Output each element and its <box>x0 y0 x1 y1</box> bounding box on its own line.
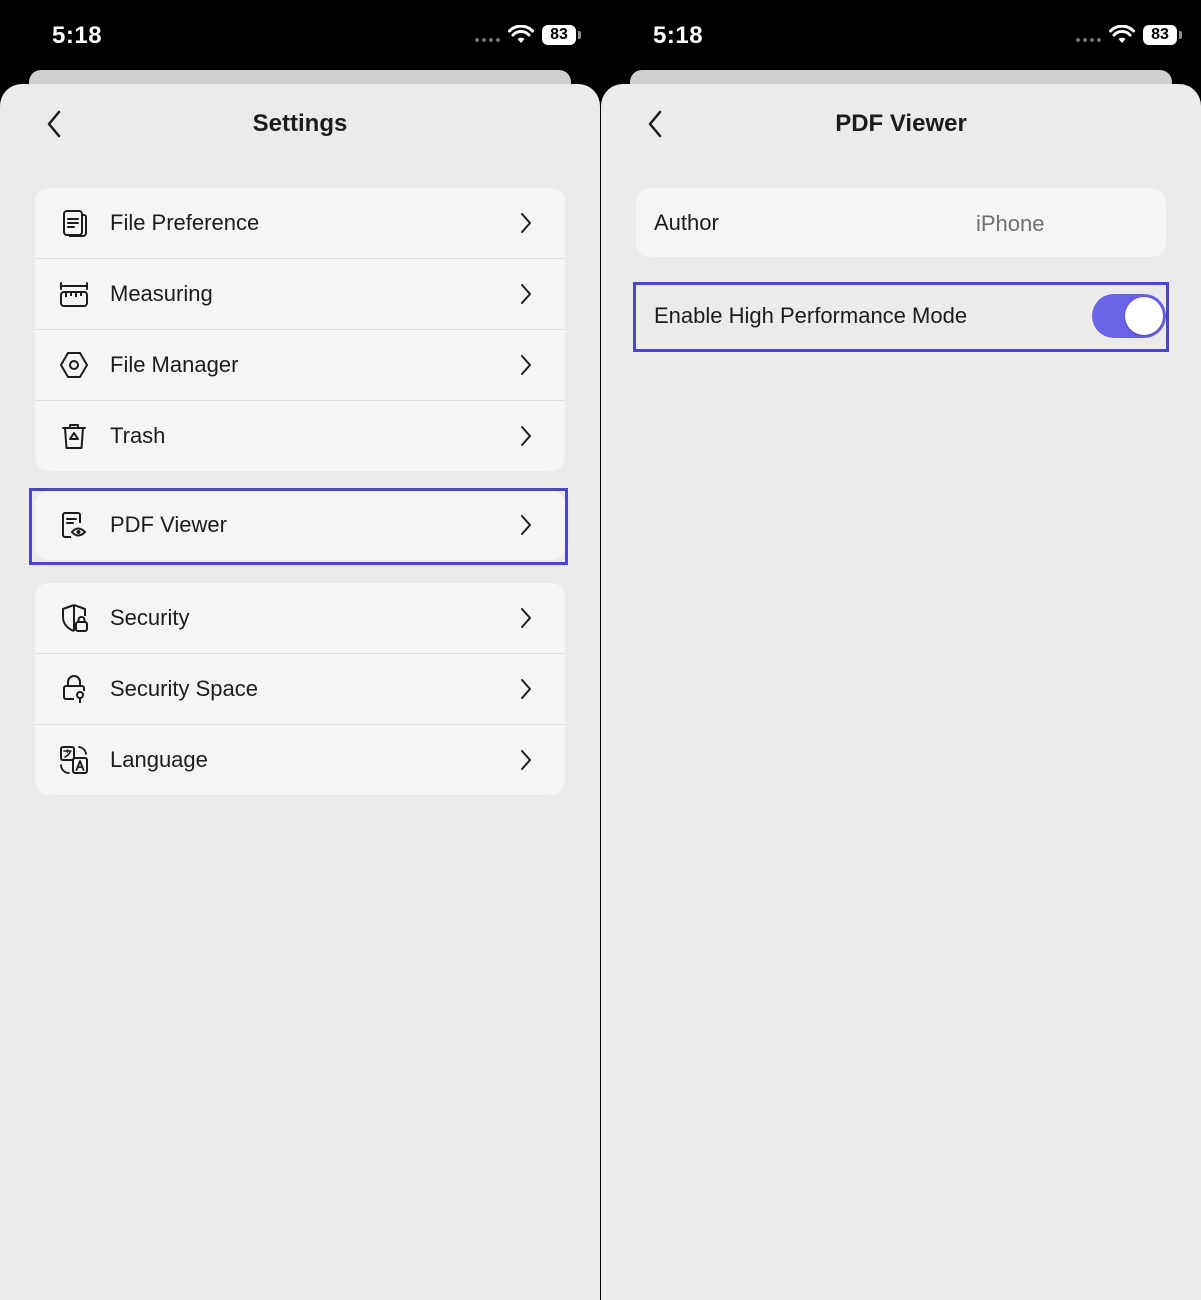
signal-icon <box>1076 24 1101 46</box>
settings-item-label: Trash <box>110 423 166 448</box>
chevron-right-icon <box>521 608 531 628</box>
settings-item-trash[interactable]: Trash <box>35 401 565 471</box>
signal-icon <box>475 24 500 46</box>
settings-item-label: Security <box>110 605 190 630</box>
chevron-right-icon <box>521 426 531 446</box>
shield-lock-icon <box>62 604 88 632</box>
lock-key-icon <box>63 675 85 703</box>
settings-group-security: Security Security Space Language <box>35 583 565 795</box>
trash-icon <box>62 424 86 449</box>
status-time: 5:18 <box>52 22 103 49</box>
settings-item-security[interactable]: Security <box>35 583 565 654</box>
settings-item-label: File Manager <box>110 352 239 377</box>
pdf-viewer-screen: 5:18 83 PDF Viewer Author iPhone Enable … <box>601 0 1201 1300</box>
pdf-viewer-sheet <box>601 84 1201 1300</box>
chevron-right-icon <box>521 750 531 770</box>
status-indicators: 83 <box>475 24 581 46</box>
page-title: PDF Viewer <box>835 110 967 137</box>
wifi-icon <box>508 25 534 43</box>
status-bar: 5:18 83 <box>0 0 600 70</box>
chevron-right-icon <box>521 679 531 699</box>
page-title: Settings <box>252 110 348 137</box>
settings-group-general: File Preference Measuring File Manager T… <box>35 188 565 471</box>
settings-item-file-manager[interactable]: File Manager <box>35 330 565 401</box>
language-icon <box>60 746 88 774</box>
wifi-icon <box>1109 25 1135 43</box>
settings-screen: 5:18 83 Settings File Preference Measuri… <box>0 0 600 1300</box>
settings-item-security-space[interactable]: Security Space <box>35 654 565 725</box>
chevron-right-icon <box>521 284 531 304</box>
settings-item-measuring[interactable]: Measuring <box>35 259 565 330</box>
settings-item-language[interactable]: Language <box>35 725 565 795</box>
author-value: iPhone <box>976 211 1045 236</box>
author-row[interactable]: Author iPhone <box>636 188 1166 257</box>
status-time: 5:18 <box>653 22 704 49</box>
author-label: Author <box>654 210 719 235</box>
status-bar: 5:18 83 <box>601 0 1201 70</box>
highlight-box <box>29 488 568 565</box>
status-indicators: 83 <box>1076 24 1182 46</box>
file-preference-icon <box>63 210 87 237</box>
ruler-icon <box>60 282 88 307</box>
settings-item-file-preference[interactable]: File Preference <box>35 188 565 259</box>
settings-item-label: File Preference <box>110 210 260 235</box>
hexagon-icon <box>60 352 88 378</box>
battery-indicator: 83 <box>1143 25 1182 45</box>
settings-item-label: Security Space <box>110 676 258 701</box>
settings-item-label: Measuring <box>110 281 213 306</box>
battery-indicator: 83 <box>542 25 581 45</box>
chevron-right-icon <box>521 355 531 375</box>
chevron-right-icon <box>521 213 531 233</box>
highlight-box <box>633 282 1169 352</box>
settings-item-label: Language <box>110 747 208 772</box>
